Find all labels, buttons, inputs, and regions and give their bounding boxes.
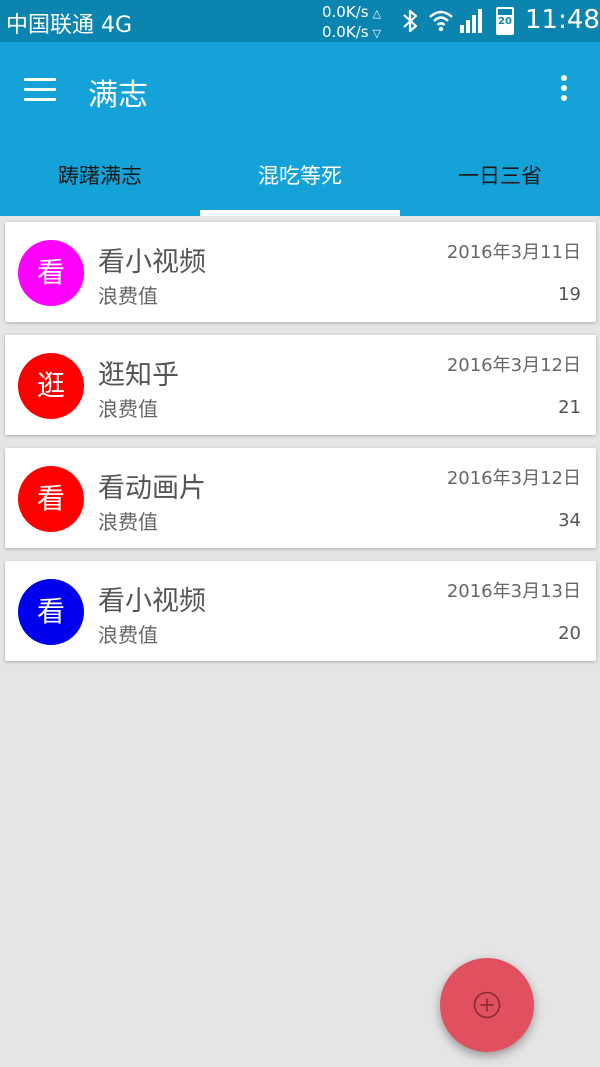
download-arrow-icon: ▽ (372, 27, 382, 40)
wifi-icon (429, 10, 453, 32)
item-date: 2016年3月11日 (446, 242, 581, 263)
list-item[interactable]: 看 看小视频 浪费值 2016年3月13日 20 (5, 561, 596, 661)
more-vert-icon[interactable] (552, 72, 576, 108)
carrier-label: 中国联通 4G (6, 13, 133, 38)
app-bar: 满志 踌躇满志 混吃等死 一日三省 (0, 42, 600, 216)
upload-arrow-icon: △ (372, 7, 382, 20)
battery-level: 20 (498, 15, 512, 33)
status-clock: 11:48 (525, 5, 600, 35)
item-subtitle: 浪费值 (98, 623, 158, 647)
signal-strength-icon (460, 9, 482, 33)
add-circle-icon (473, 991, 501, 1019)
network-speed: 0.0K/s △ 0.0K/s ▽ (322, 3, 381, 43)
avatar: 逛 (18, 353, 84, 419)
hamburger-menu-icon[interactable] (24, 78, 56, 102)
status-bar: 中国联通 4G 0.0K/s △ 0.0K/s ▽ 20 11:48 (0, 0, 600, 42)
item-subtitle: 浪费值 (98, 397, 158, 421)
tab-ambitious[interactable]: 踌躇满志 (0, 148, 200, 216)
list-item[interactable]: 看 看动画片 浪费值 2016年3月12日 34 (5, 448, 596, 548)
activity-list: 看 看小视频 浪费值 2016年3月11日 19 逛 逛知乎 浪费值 2016年… (5, 222, 596, 674)
item-date: 2016年3月13日 (446, 581, 581, 602)
item-date: 2016年3月12日 (446, 355, 581, 376)
list-item[interactable]: 看 看小视频 浪费值 2016年3月11日 19 (5, 222, 596, 322)
tab-indicator (200, 210, 400, 216)
item-value: 20 (558, 623, 581, 644)
item-title: 逛知乎 (98, 360, 179, 391)
item-title: 看小视频 (98, 247, 206, 278)
item-date: 2016年3月12日 (446, 468, 581, 489)
item-title: 看小视频 (98, 586, 206, 617)
avatar: 看 (18, 240, 84, 306)
avatar: 看 (18, 579, 84, 645)
item-value: 21 (558, 397, 581, 418)
item-value: 19 (558, 284, 581, 305)
battery-icon: 20 (496, 7, 514, 35)
download-speed: 0.0K/s (322, 23, 369, 41)
tab-reflect[interactable]: 一日三省 (400, 148, 600, 216)
tab-idle[interactable]: 混吃等死 (200, 148, 400, 216)
upload-speed: 0.0K/s (322, 3, 369, 21)
item-subtitle: 浪费值 (98, 284, 158, 308)
tab-bar: 踌躇满志 混吃等死 一日三省 (0, 148, 600, 216)
avatar: 看 (18, 466, 84, 532)
add-button[interactable] (440, 958, 534, 1052)
list-item[interactable]: 逛 逛知乎 浪费值 2016年3月12日 21 (5, 335, 596, 435)
item-subtitle: 浪费值 (98, 510, 158, 534)
item-title: 看动画片 (98, 473, 206, 504)
app-title: 满志 (88, 78, 148, 113)
item-value: 34 (558, 510, 581, 531)
bluetooth-icon (403, 9, 418, 33)
